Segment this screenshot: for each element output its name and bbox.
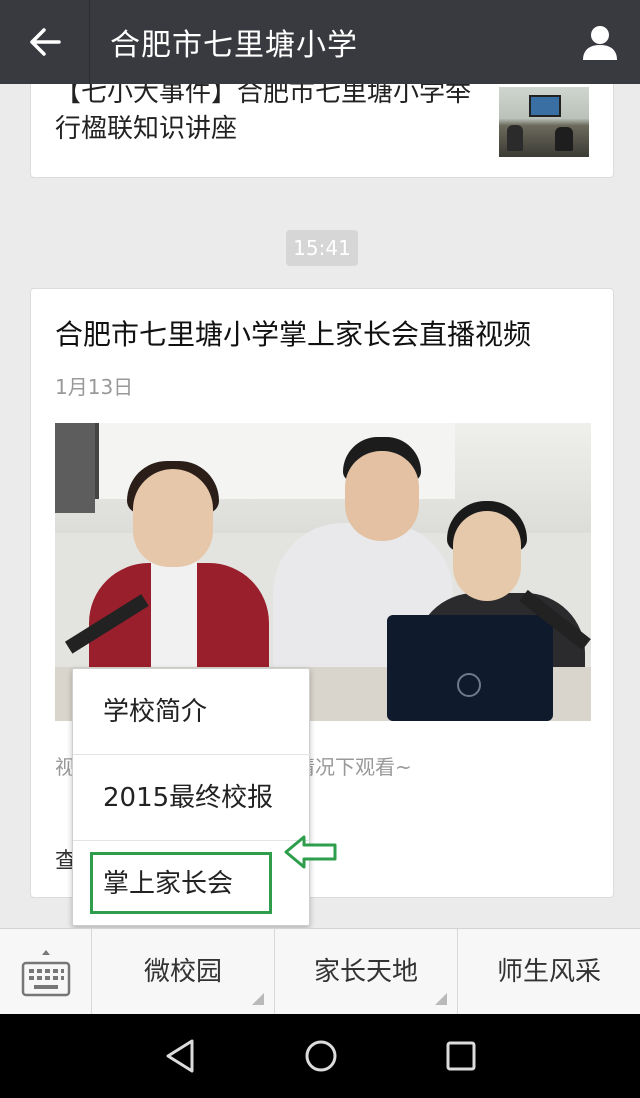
home-circle-icon[interactable] <box>303 1038 339 1074</box>
menu-item-school-intro[interactable]: 学校简介 <box>73 669 311 755</box>
profile-button[interactable] <box>560 0 640 84</box>
timestamp-badge: 15:41 <box>286 230 358 266</box>
menu-tab-teachers[interactable]: 师生风采 <box>458 929 640 1015</box>
keyboard-icon <box>21 950 70 997</box>
menu-tab-label: 微校园 <box>143 957 222 987</box>
submenu-corner-icon <box>252 993 264 1005</box>
back-arrow-icon <box>29 28 61 56</box>
previous-article-card[interactable]: 【七小大事件】合肥市七里塘小学举行楹联知识讲座 <box>30 84 614 178</box>
article-description-end: 情况下观看~ <box>295 755 412 779</box>
menu-tab-label: 家长天地 <box>313 957 418 987</box>
menu-tab-label: 师生风采 <box>496 957 601 987</box>
submenu-corner-icon <box>435 993 447 1005</box>
article-thumbnail <box>499 87 589 157</box>
article-title: 合肥市七里塘小学掌上家长会直播视频 <box>55 318 532 351</box>
page-title: 合肥市七里塘小学 <box>110 28 358 63</box>
highlight-box <box>90 852 272 914</box>
pointer-arrow-icon <box>284 835 337 869</box>
back-button[interactable] <box>0 0 90 84</box>
back-triangle-icon[interactable] <box>163 1037 197 1075</box>
previous-article-title: 【七小大事件】合肥市七里塘小学举行楹联知识讲座 <box>55 84 472 144</box>
menu-tab-parents[interactable]: 家长天地 <box>275 929 458 1015</box>
keyboard-toggle-button[interactable] <box>0 929 92 1015</box>
top-bar: 合肥市七里塘小学 <box>0 0 640 84</box>
menu-tab-campus[interactable]: 微校园 <box>92 929 275 1015</box>
article-date: 1月13日 <box>55 375 134 399</box>
recents-square-icon[interactable] <box>445 1040 477 1072</box>
custom-menu-bar: 微校园 家长天地 师生风采 <box>0 928 640 1015</box>
user-icon <box>583 26 617 60</box>
system-nav-bar <box>0 1014 640 1098</box>
menu-item-school-report[interactable]: 2015最终校报 <box>73 755 311 841</box>
